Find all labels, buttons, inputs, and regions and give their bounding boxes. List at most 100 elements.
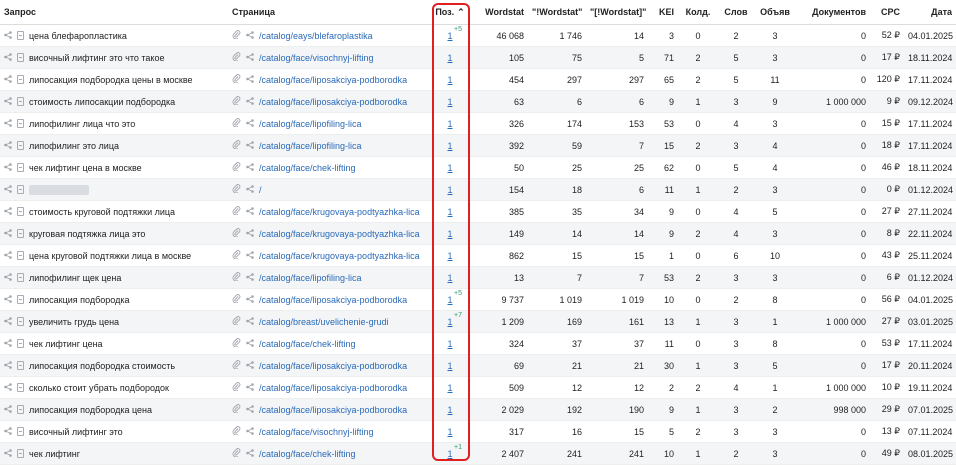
paperclip-icon[interactable] — [232, 118, 241, 129]
share-icon[interactable] — [4, 448, 12, 459]
share-icon[interactable] — [246, 140, 254, 151]
paperclip-icon[interactable] — [232, 228, 241, 239]
page-url-link[interactable]: /catalog/face/liposakciya-podborodka — [259, 75, 407, 85]
query-text[interactable]: липофилинг лица что это — [29, 119, 135, 129]
page-url-link[interactable]: /catalog/face/lipofiling-lica — [259, 273, 362, 283]
share-icon[interactable] — [246, 360, 254, 371]
page-url-link[interactable]: /catalog/face/chek-lifting — [259, 163, 356, 173]
paperclip-icon[interactable] — [232, 360, 241, 371]
document-icon[interactable] — [17, 295, 24, 304]
share-icon[interactable] — [4, 52, 12, 63]
share-icon[interactable] — [246, 404, 254, 415]
position-link[interactable]: 1 — [447, 185, 452, 195]
page-url-link[interactable]: /catalog/eays/blefaroplastika — [259, 31, 373, 41]
share-icon[interactable] — [246, 96, 254, 107]
share-icon[interactable] — [246, 272, 254, 283]
query-text[interactable]: цена круговой подтяжки лица в москве — [29, 251, 191, 261]
position-link[interactable]: 1 — [447, 141, 452, 151]
paperclip-icon[interactable] — [232, 426, 241, 437]
paperclip-icon[interactable] — [232, 162, 241, 173]
col-wordstat[interactable]: Wordstat — [470, 0, 528, 25]
share-icon[interactable] — [4, 140, 12, 151]
paperclip-icon[interactable] — [232, 206, 241, 217]
document-icon[interactable] — [17, 229, 24, 238]
page-url-link[interactable]: /catalog/face/liposakciya-podborodka — [259, 361, 407, 371]
page-url-link[interactable]: /catalog/face/liposakciya-podborodka — [259, 295, 407, 305]
paperclip-icon[interactable] — [232, 30, 241, 41]
document-icon[interactable] — [17, 207, 24, 216]
col-kold[interactable]: Колд. — [678, 0, 718, 25]
page-url-link[interactable]: /catalog/face/krugovaya-podtyazhka-lica — [259, 207, 420, 217]
share-icon[interactable] — [246, 52, 254, 63]
query-text[interactable]: липосакция подбородка — [29, 295, 129, 305]
share-icon[interactable] — [246, 228, 254, 239]
position-link[interactable]: 1 — [447, 229, 452, 239]
query-text[interactable]: липофилинг это лица — [29, 141, 119, 151]
share-icon[interactable] — [4, 426, 12, 437]
document-icon[interactable] — [17, 163, 24, 172]
share-icon[interactable] — [4, 206, 12, 217]
query-text[interactable]: чек лифтинг цена в москве — [29, 163, 142, 173]
share-icon[interactable] — [4, 162, 12, 173]
query-text[interactable]: липосакция подбородка стоимость — [29, 361, 175, 371]
page-url-link[interactable]: /catalog/face/visochnyj-lifting — [259, 427, 374, 437]
paperclip-icon[interactable] — [232, 250, 241, 261]
query-text[interactable]: височный лифтинг это — [29, 427, 123, 437]
position-link[interactable]: 1 — [447, 119, 452, 129]
paperclip-icon[interactable] — [232, 316, 241, 327]
page-url-link[interactable]: /catalog/face/chek-lifting — [259, 339, 356, 349]
position-link[interactable]: 1 — [447, 207, 452, 217]
share-icon[interactable] — [4, 338, 12, 349]
col-kei[interactable]: KEI — [648, 0, 678, 25]
query-text[interactable]: липофилинг щек цена — [29, 273, 121, 283]
document-icon[interactable] — [17, 119, 24, 128]
share-icon[interactable] — [4, 382, 12, 393]
share-icon[interactable] — [246, 30, 254, 41]
document-icon[interactable] — [17, 97, 24, 106]
query-text[interactable]: увеличить грудь цена — [29, 317, 119, 327]
query-text[interactable]: цена блефаропластика — [29, 31, 127, 41]
page-url-link[interactable]: /catalog/face/visochnyj-lifting — [259, 53, 374, 63]
share-icon[interactable] — [4, 272, 12, 283]
position-link[interactable]: 1 — [447, 75, 452, 85]
position-link[interactable]: 1 — [447, 427, 452, 437]
share-icon[interactable] — [4, 404, 12, 415]
paperclip-icon[interactable] — [232, 382, 241, 393]
share-icon[interactable] — [246, 74, 254, 85]
document-icon[interactable] — [17, 53, 24, 62]
position-link[interactable]: 1 — [447, 361, 452, 371]
document-icon[interactable] — [17, 339, 24, 348]
document-icon[interactable] — [17, 75, 24, 84]
position-link[interactable]: 1 — [447, 295, 452, 305]
page-url-link[interactable]: /catalog/breast/uvelichenie-grudi — [259, 317, 389, 327]
paperclip-icon[interactable] — [232, 294, 241, 305]
col-pos[interactable]: Поз. ⌃ — [430, 0, 470, 25]
col-docs[interactable]: Документов — [796, 0, 870, 25]
paperclip-icon[interactable] — [232, 140, 241, 151]
share-icon[interactable] — [4, 228, 12, 239]
paperclip-icon[interactable] — [232, 448, 241, 459]
position-link[interactable]: 1 — [447, 53, 452, 63]
paperclip-icon[interactable] — [232, 96, 241, 107]
document-icon[interactable] — [17, 31, 24, 40]
share-icon[interactable] — [246, 162, 254, 173]
query-text[interactable]: сколько стоит убрать подбородок — [29, 383, 169, 393]
position-link[interactable]: 1 — [447, 449, 452, 459]
share-icon[interactable] — [246, 448, 254, 459]
paperclip-icon[interactable] — [232, 338, 241, 349]
col-wordstat-quote[interactable]: "!Wordstat" — [528, 0, 586, 25]
col-date[interactable]: Дата — [904, 0, 956, 25]
share-icon[interactable] — [246, 118, 254, 129]
paperclip-icon[interactable] — [232, 52, 241, 63]
query-text[interactable]: липосакция подбородка цена — [29, 405, 152, 415]
col-page[interactable]: Страница — [228, 0, 430, 25]
share-icon[interactable] — [246, 426, 254, 437]
query-text[interactable]: стоимость липосакции подбородка — [29, 97, 175, 107]
position-link[interactable]: 1 — [447, 273, 452, 283]
document-icon[interactable] — [17, 317, 24, 326]
query-text[interactable]: височный лифтинг это что такое — [29, 53, 164, 63]
share-icon[interactable] — [4, 250, 12, 261]
paperclip-icon[interactable] — [232, 184, 241, 195]
position-link[interactable]: 1 — [447, 251, 452, 261]
share-icon[interactable] — [4, 74, 12, 85]
